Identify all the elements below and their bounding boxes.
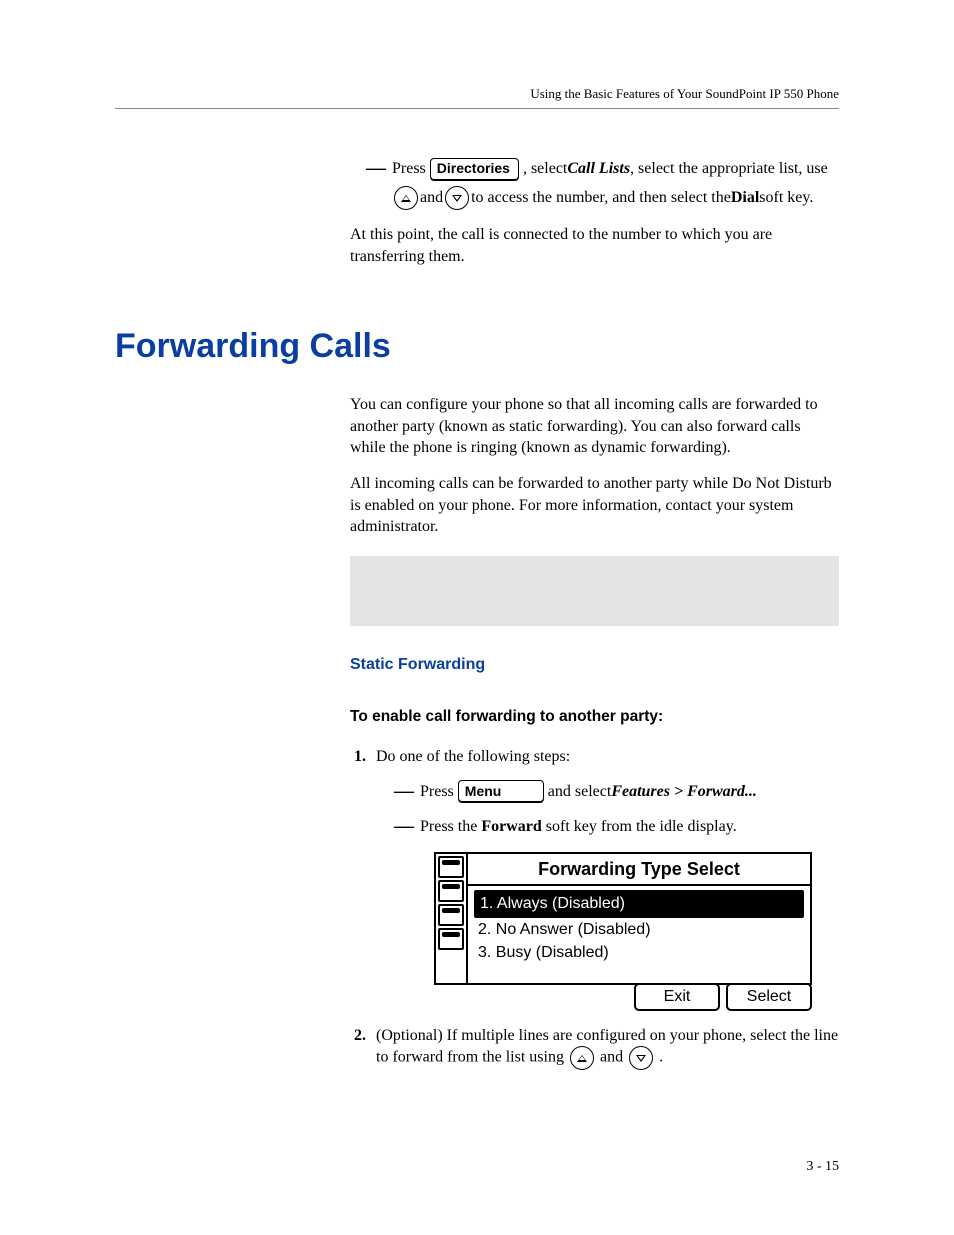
section-p1: You can configure your phone so that all… <box>350 394 839 459</box>
page-number: 3 - 15 <box>806 1159 839 1175</box>
and-select-label: and select <box>548 781 612 803</box>
phone-icon <box>438 856 464 878</box>
after-paragraph: At this point, the call is connected to … <box>350 224 839 267</box>
down-arrow-icon <box>629 1046 653 1070</box>
lcd-item: 2. No Answer (Disabled) <box>474 918 804 942</box>
static-forwarding-heading: Static Forwarding <box>350 654 839 676</box>
up-arrow-icon <box>570 1046 594 1070</box>
lcd-item-selected: 1. Always (Disabled) <box>474 890 804 918</box>
phone-icon <box>438 904 464 926</box>
text-seg: , select the appropriate list, use <box>630 158 828 180</box>
header-rule <box>115 108 839 109</box>
dash-bullet: — <box>394 813 406 840</box>
lcd-line-icons <box>436 854 468 983</box>
up-arrow-icon <box>394 186 418 210</box>
step2-end: . <box>659 1049 663 1066</box>
step-1: Do one of the following steps: — Press M… <box>370 746 839 1010</box>
softkey-exit: Exit <box>634 983 720 1011</box>
press-label: Press <box>420 781 454 803</box>
text-seg: , select <box>523 158 567 180</box>
step1-option-a: — Press Menu and select Features > Forwa… <box>394 778 839 805</box>
step1-option-b: — Press the Forward soft key from the id… <box>394 813 839 840</box>
text-seg: Press the <box>420 816 477 838</box>
lcd-item: 3. Busy (Disabled) <box>474 941 804 965</box>
text-seg: to access the number, and then select th… <box>471 187 731 209</box>
instruction-line-1: — Press Directories , select Call Lists … <box>366 155 839 182</box>
phone-icon <box>438 928 464 950</box>
instruction-line-2: and to access the number, and then selec… <box>392 186 839 210</box>
running-header: Using the Basic Features of Your SoundPo… <box>115 86 839 102</box>
phone-icon <box>438 880 464 902</box>
forward-label: Forward <box>481 816 541 838</box>
dial-label: Dial <box>731 187 759 209</box>
press-label: Press <box>392 158 426 180</box>
down-arrow-icon <box>445 186 469 210</box>
text-seg: soft key. <box>759 187 813 209</box>
step1-text: Do one of the following steps: <box>376 748 570 765</box>
menu-path: Features > Forward... <box>611 781 757 803</box>
lcd-screenshot: Forwarding Type Select 1. Always (Disabl… <box>434 852 812 1011</box>
text-seg: soft key from the idle display. <box>546 816 737 838</box>
step-2: (Optional) If multiple lines are configu… <box>370 1025 839 1071</box>
section-p2: All incoming calls can be forwarded to a… <box>350 473 839 538</box>
note-placeholder <box>350 556 839 626</box>
menu-button: Menu <box>458 780 544 802</box>
call-lists-label: Call Lists <box>567 158 630 180</box>
section-title: Forwarding Calls <box>115 327 839 366</box>
procedure-title: To enable call forwarding to another par… <box>350 707 839 728</box>
directories-button: Directories <box>430 158 519 180</box>
softkey-select: Select <box>726 983 812 1011</box>
dash-bullet: — <box>394 778 406 805</box>
dash-bullet: — <box>366 155 378 182</box>
step2-and: and <box>600 1049 627 1066</box>
and-label: and <box>420 187 443 209</box>
lcd-title: Forwarding Type Select <box>468 854 810 886</box>
